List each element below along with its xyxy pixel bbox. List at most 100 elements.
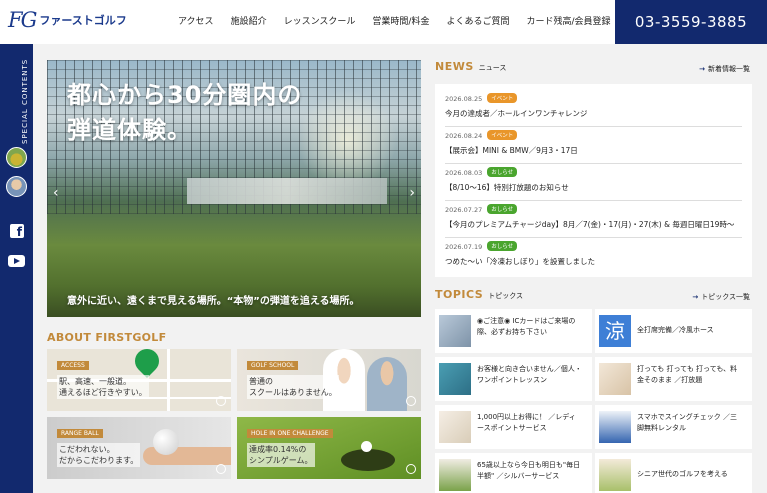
news-title: 【8/10〜16】特別打放題のお知らせ bbox=[445, 183, 569, 192]
arrow-right-icon: → bbox=[699, 65, 705, 73]
special-content-people-icon[interactable] bbox=[6, 176, 27, 197]
topic-title: シニア世代のゴルフを考える bbox=[637, 470, 728, 478]
about-card-golf-school[interactable]: GOLF SCHOOL 普通の スクールはありません。 bbox=[237, 349, 421, 411]
topic-item[interactable]: 打っても 打っても 打っても、料 金そのまま ／打放題 bbox=[595, 357, 752, 401]
card-text-line: こだわれない。 bbox=[59, 445, 115, 454]
nav-hours-fees[interactable]: 営業時間/料金 bbox=[372, 14, 429, 27]
news-title: 今月の達成者／ホールインワンチャレンジ bbox=[445, 109, 588, 118]
card-text-line: 達成率0.14%の bbox=[249, 445, 307, 454]
topics-section: TOPICS トピックス → トピックス一覧 ◉ご注意◉ ICカードはご来場の 際、… bbox=[435, 288, 752, 493]
news-tag: イベント bbox=[487, 130, 518, 140]
news-section: NEWS ニュース → 新着情報一覧 2026.08.25 イベント 今月の達成者／… bbox=[435, 60, 752, 277]
topic-title-line: 打っても 打っても 打っても、料 bbox=[637, 365, 738, 373]
topic-thumbnail bbox=[439, 459, 471, 491]
hero-title: 都心から30分圏内の 弾道体験。 bbox=[67, 78, 302, 148]
photo-ball bbox=[153, 429, 179, 455]
topic-item[interactable]: スマホでスイングチェック ／三 脚無料レンタル bbox=[595, 405, 752, 449]
topic-item[interactable]: シニア世代のゴルフを考える bbox=[595, 453, 752, 493]
topic-title: 打っても 打っても 打っても、料 金そのまま ／打放題 bbox=[637, 364, 748, 386]
news-item[interactable]: 2026.07.19 おしらせ つめた〜い「冷凍おしぼり」を設置しました bbox=[445, 238, 742, 275]
arrow-circle-icon bbox=[406, 396, 416, 406]
topic-title-line: 脚無料レンタル bbox=[637, 423, 686, 432]
topic-item[interactable]: 1,000円以上お得に！ ／レディ ースポイントサービス bbox=[435, 405, 592, 449]
map-road-2 bbox=[167, 349, 170, 411]
hero-slider[interactable]: 都心から30分圏内の 弾道体験。 意外に近い、遠くまで見える場所。“本物”の弾道… bbox=[47, 60, 421, 317]
nav-lesson-school[interactable]: レッスンスクール bbox=[284, 14, 356, 27]
photo-golf-ball bbox=[361, 441, 372, 452]
hero-subtitle: 意外に近い、遠くまで見える場所。“本物”の弾道を追える場所。 bbox=[67, 296, 360, 307]
news-date-text: 2026.07.27 bbox=[445, 206, 483, 214]
news-heading-jp: ニュース bbox=[478, 64, 507, 72]
topic-thumbnail: 涼 bbox=[599, 315, 631, 347]
topic-title: 65歳以上なら今日も明日も"毎日 半額" ／シルバーサービス bbox=[477, 460, 588, 482]
hero-building-image bbox=[187, 178, 387, 204]
topic-title-line: ワンポイントレッスン bbox=[477, 375, 547, 384]
logo-text: ファーストゴルフ bbox=[39, 14, 127, 27]
hero-title-line1: 都心から30分圏内の bbox=[67, 81, 303, 109]
topic-title: 全打席完備／冷風ホース bbox=[637, 326, 714, 334]
news-date: 2026.08.03 おしらせ bbox=[445, 167, 742, 177]
special-content-golf-icon[interactable] bbox=[6, 147, 27, 168]
nav-card-member[interactable]: カード残高/会員登録 bbox=[526, 14, 610, 27]
card-text-line: 普通の bbox=[249, 377, 273, 386]
slider-prev-icon[interactable]: ‹ bbox=[53, 185, 59, 201]
sidebar: SPECIAL CONTENTS f bbox=[0, 44, 33, 493]
news-title: 【今月のプレミアムチャージday】8月／7(金)・17(月)・27(木) & 毎… bbox=[445, 220, 735, 229]
news-item[interactable]: 2026.08.25 イベント 今月の達成者／ホールインワンチャレンジ bbox=[445, 90, 742, 127]
about-card-hole-in-one[interactable]: HOLE IN ONE CHALLENGE 達成率0.14%の シンプルゲーム。 bbox=[237, 417, 421, 479]
card-text: こだわれない。 だからこだわります。 bbox=[57, 443, 141, 468]
card-badge: GOLF SCHOOL bbox=[247, 361, 299, 370]
global-nav: アクセス 施設紹介 レッスンスクール 営業時間/料金 よくあるご質問 カード残高… bbox=[178, 14, 628, 27]
slider-next-icon[interactable]: › bbox=[409, 185, 415, 201]
topic-title-line: 1,000円以上お得に！ ／レディ bbox=[477, 413, 576, 421]
arrow-right-icon: → bbox=[692, 293, 699, 301]
about-card-access[interactable]: ACCESS 駅、高速、一般道。 通えるほど行きやすい。 bbox=[47, 349, 231, 411]
news-item[interactable]: 2026.08.03 おしらせ 【8/10〜16】特別打放題のお知らせ bbox=[445, 164, 742, 201]
news-title: 【展示会】MINI & BMW／9月3・17日 bbox=[445, 146, 578, 155]
topics-heading-en: TOPICS bbox=[435, 288, 484, 301]
news-item[interactable]: 2026.07.27 おしらせ 【今月のプレミアムチャージday】8月／7(金)・… bbox=[445, 201, 742, 238]
card-text-line: シンプルゲーム。 bbox=[249, 456, 313, 466]
topic-item[interactable]: 65歳以上なら今日も明日も"毎日 半額" ／シルバーサービス bbox=[435, 453, 592, 493]
special-contents-label-wrap: SPECIAL CONTENTS bbox=[9, 56, 29, 144]
news-title: つめた〜い「冷凍おしぼり」を設置しました bbox=[445, 257, 595, 266]
card-text: 駅、高速、一般道。 通えるほど行きやすい。 bbox=[57, 375, 149, 400]
topics-heading-jp: トピックス bbox=[488, 292, 524, 300]
news-date: 2026.07.19 おしらせ bbox=[445, 241, 742, 251]
news-tag: おしらせ bbox=[487, 204, 518, 214]
news-date: 2026.08.25 イベント bbox=[445, 93, 742, 103]
topic-thumbnail bbox=[599, 411, 631, 443]
topic-item[interactable]: 涼 全打席完備／冷風ホース bbox=[595, 309, 752, 353]
topic-thumbnail bbox=[439, 315, 471, 347]
news-tag: おしらせ bbox=[487, 167, 518, 177]
topic-item[interactable]: ◉ご注意◉ ICカードはご来場の 際、必ずお持ち下さい bbox=[435, 309, 592, 353]
news-date-text: 2026.07.19 bbox=[445, 243, 483, 251]
nav-access[interactable]: アクセス bbox=[178, 14, 214, 27]
news-item[interactable]: 2026.08.24 イベント 【展示会】MINI & BMW／9月3・17日 bbox=[445, 127, 742, 164]
about-heading: ABOUT FIRSTGOLF bbox=[47, 331, 167, 344]
news-heading-en: NEWS bbox=[435, 60, 474, 73]
topic-thumbnail bbox=[599, 363, 631, 395]
card-text-line: スクールはありません。 bbox=[249, 388, 337, 398]
special-contents-label: SPECIAL CONTENTS bbox=[21, 58, 29, 144]
card-badge: RANGE BALL bbox=[57, 429, 103, 438]
topic-thumbnail bbox=[439, 363, 471, 395]
logo-mark: FG bbox=[8, 8, 37, 32]
news-more-link[interactable]: → 新着情報一覧 bbox=[699, 64, 750, 74]
nav-facilities[interactable]: 施設紹介 bbox=[231, 14, 267, 27]
topic-thumbnail bbox=[599, 459, 631, 491]
facebook-icon[interactable]: f bbox=[10, 224, 24, 238]
topic-title-line: ースポイントサービス bbox=[477, 423, 547, 432]
phone-number[interactable]: 03-3559-3885 bbox=[615, 0, 767, 44]
topics-more-link[interactable]: → トピックス一覧 bbox=[692, 292, 750, 302]
news-list: 2026.08.25 イベント 今月の達成者／ホールインワンチャレンジ 2026.… bbox=[435, 84, 752, 277]
arrow-circle-icon bbox=[216, 464, 226, 474]
card-text-line: 通えるほど行きやすい。 bbox=[59, 388, 147, 398]
nav-faq[interactable]: よくあるご質問 bbox=[446, 14, 509, 27]
topic-item[interactable]: お客様と向き合いません／個人・ ワンポイントレッスン bbox=[435, 357, 592, 401]
about-card-range-ball[interactable]: RANGE BALL こだわれない。 だからこだわります。 bbox=[47, 417, 231, 479]
arrow-circle-icon bbox=[406, 464, 416, 474]
youtube-icon[interactable] bbox=[8, 255, 25, 267]
site-logo[interactable]: FG ファーストゴルフ bbox=[8, 8, 127, 32]
hero-title-line2: 弾道体験。 bbox=[67, 115, 192, 144]
